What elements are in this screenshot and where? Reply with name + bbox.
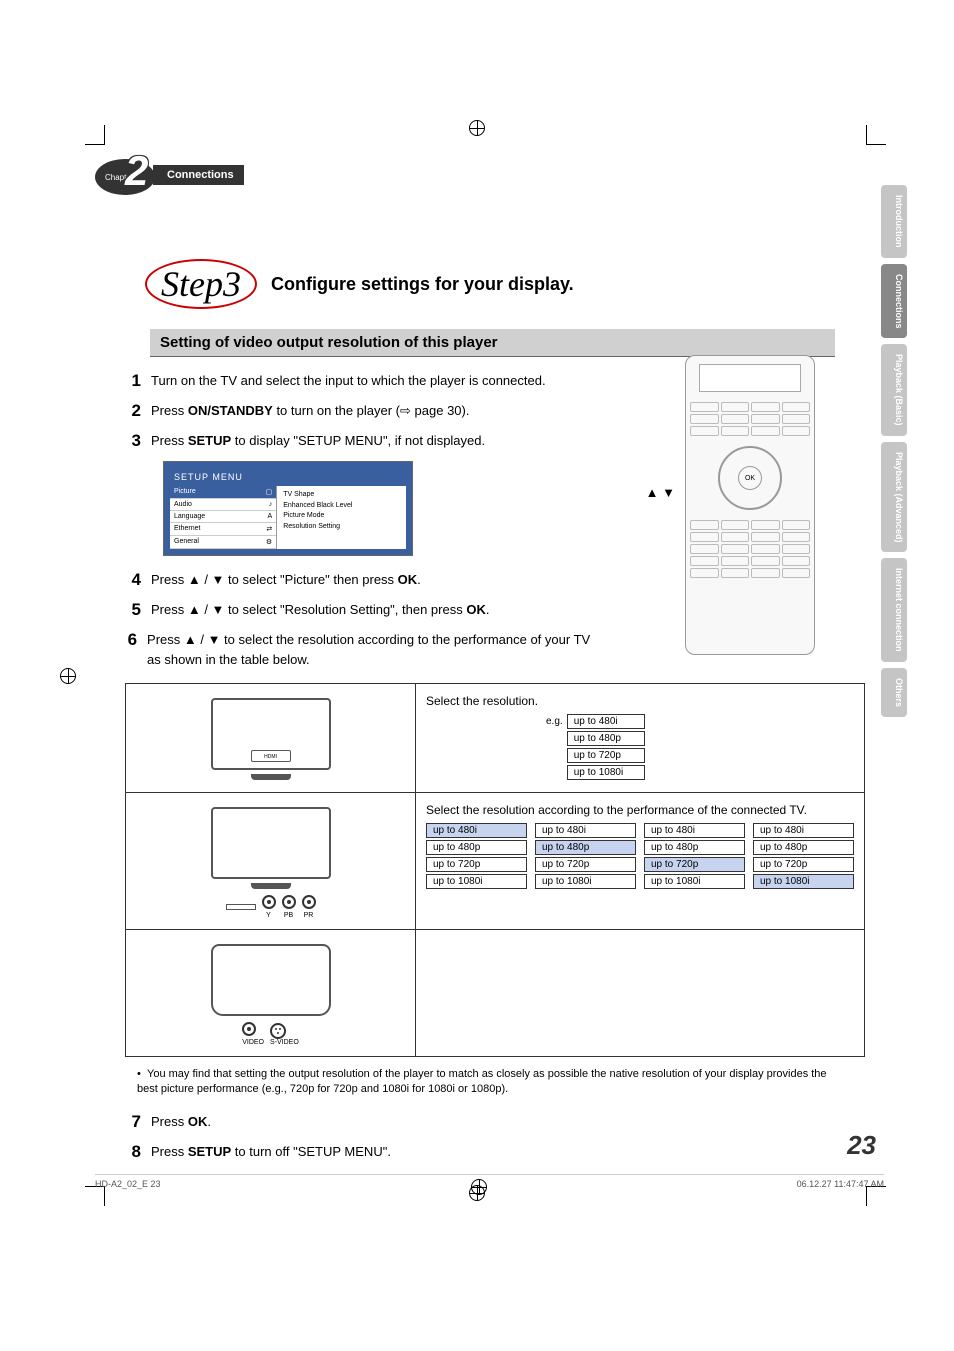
step-5: 5 Press ▲ / ▼ to select "Resolution Sett… xyxy=(125,600,605,620)
footer-left: HD-A2_02_E 23 xyxy=(95,1179,161,1195)
language-icon: A xyxy=(268,513,273,520)
tv-icon: ▢ xyxy=(266,488,273,496)
resolution-select-composite xyxy=(416,930,865,1057)
footer: HD-A2_02_E 23 06.12.27 11:47:47 AM xyxy=(95,1174,884,1195)
arrows-label: ▲ ▼ xyxy=(646,485,675,500)
chapter-header: Chapter 2 Connections xyxy=(95,165,875,189)
step-4: 4 Press ▲ / ▼ to select "Picture" then p… xyxy=(125,570,605,590)
step-badge: Step3 xyxy=(145,259,257,309)
step-6: 6 Press ▲ / ▼ to select the resolution a… xyxy=(125,630,605,669)
setup-menu-screenshot: SETUP MENU Picture▢ Audio♪ LanguageA Eth… xyxy=(163,461,413,556)
tv-component-diagram: Y PB PR xyxy=(126,793,416,930)
dpad-icon: OK xyxy=(718,446,782,510)
tab-connections: Connections xyxy=(881,264,907,339)
ethernet-icon: ⇄ xyxy=(266,525,272,533)
registration-mark-icon xyxy=(60,668,76,684)
tv-composite-diagram: VIDEO S-VIDEO xyxy=(126,930,416,1057)
remote-diagram: OK xyxy=(685,355,815,655)
step-title: Configure settings for your display. xyxy=(271,274,574,295)
registration-mark-icon xyxy=(471,1179,487,1195)
tab-introduction: Introduction xyxy=(881,185,907,258)
chapter-number: 2 xyxy=(125,147,148,195)
step-2: 2 Press ON/STANDBY to turn on the player… xyxy=(125,401,605,421)
tv-hdmi-diagram: HDMI xyxy=(126,684,416,793)
chapter-title: Connections xyxy=(153,165,244,185)
side-nav-tabs: Introduction Connections Playback (Basic… xyxy=(881,185,907,717)
tab-playback-advanced: Playback (Advanced) xyxy=(881,442,907,553)
step-1: 1 Turn on the TV and select the input to… xyxy=(125,371,605,391)
resolution-select-component: Select the resolution according to the p… xyxy=(416,793,865,930)
ok-button-icon: OK xyxy=(738,466,762,490)
step-8: 8 Press SETUP to turn off "SETUP MENU". xyxy=(125,1142,605,1162)
speaker-icon: ♪ xyxy=(269,501,273,508)
note: •You may find that setting the output re… xyxy=(137,1067,845,1098)
subheading: Setting of video output resolution of th… xyxy=(150,329,835,357)
page-number: 23 xyxy=(847,1130,876,1161)
step-3: 3 Press SETUP to display "SETUP MENU", i… xyxy=(125,431,605,451)
tab-playback-basic: Playback (Basic) xyxy=(881,344,907,436)
resolution-table: HDMI Select the resolution. e.g. up to 4… xyxy=(125,683,865,1057)
footer-right: 06.12.27 11:47:47 AM xyxy=(797,1179,884,1195)
tab-internet-connection: Internet connection xyxy=(881,558,907,662)
tab-others: Others xyxy=(881,668,907,717)
resolution-select-hdmi: Select the resolution. e.g. up to 480i u… xyxy=(416,684,865,793)
step-7: 7 Press OK. xyxy=(125,1112,605,1132)
registration-mark-icon xyxy=(469,120,485,136)
gear-icon: ⚙ xyxy=(266,538,272,546)
